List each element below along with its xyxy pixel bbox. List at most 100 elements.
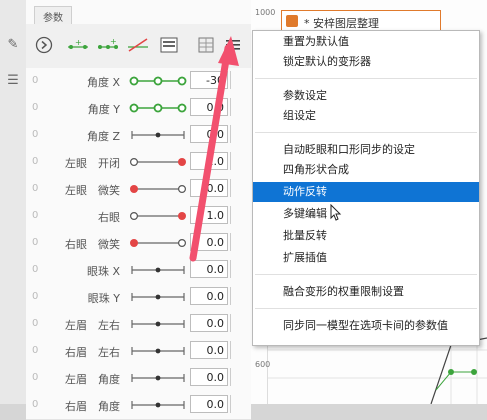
menu-item-parameter-settings[interactable]: 参数设定 xyxy=(253,86,479,106)
parameter-index: 0 xyxy=(32,237,39,248)
parameter-key-slider[interactable] xyxy=(128,315,188,333)
parameter-name: 右眉 左右 xyxy=(65,346,120,359)
parameter-key-slider[interactable] xyxy=(128,126,188,144)
parameter-index: 0 xyxy=(32,318,39,329)
parameter-name: 左眼 微笑 xyxy=(65,184,120,197)
parameter-name: 角度 Y xyxy=(87,103,120,116)
play-circle-icon[interactable] xyxy=(34,34,54,56)
menu-item-auto-blink-lipsync[interactable]: 自动眨眼和口形同步的设定 xyxy=(253,140,479,160)
parameter-value-input[interactable]: 0.0 xyxy=(190,368,228,386)
parameter-value-input[interactable]: 0.0 xyxy=(190,233,228,251)
parameter-name: 眼珠 Y xyxy=(87,292,120,305)
menu-item-four-corner-synthesis[interactable]: 四角形状合成 xyxy=(253,160,479,180)
grid-icon[interactable] xyxy=(196,34,216,56)
parameter-value-input[interactable]: 0.0 xyxy=(190,98,228,116)
menu-item-blend-weight-limit[interactable]: 融合变形的权重限制设置 xyxy=(253,282,479,302)
parameter-row[interactable]: 0 右眉 角度 0.0 xyxy=(26,392,251,420)
menu-item-sync-params-across-tabs[interactable]: 同步同一模型在选项卡间的参数值 xyxy=(253,316,479,336)
parameter-row-handle[interactable] xyxy=(230,206,245,224)
parameter-value-input[interactable]: 0.0 xyxy=(190,179,228,197)
parameter-index: 0 xyxy=(32,129,39,140)
parameter-value-input[interactable]: 0.0 xyxy=(190,395,228,413)
menu-item-batch-reverse[interactable]: 批量反转 xyxy=(253,226,479,246)
svg-text:+: + xyxy=(110,38,117,46)
parameter-row-handle[interactable] xyxy=(230,260,245,278)
parameter-row[interactable]: 0 右眉 左右 0.0 xyxy=(26,338,251,366)
parameter-row-handle[interactable] xyxy=(230,125,245,143)
parameter-row-handle[interactable] xyxy=(230,152,245,170)
parameter-value-input[interactable]: -30 xyxy=(190,71,228,89)
menu-item-reset-default[interactable]: 重置为默认值 xyxy=(253,32,479,52)
add-three-keys-icon[interactable]: + xyxy=(96,34,120,56)
parameter-row-handle[interactable] xyxy=(230,287,245,305)
parameter-key-slider[interactable] xyxy=(128,261,188,279)
parameter-value-input[interactable]: 0.0 xyxy=(190,287,228,305)
menu-separator xyxy=(255,274,477,275)
add-key-icon[interactable]: + xyxy=(66,34,90,56)
parameter-row[interactable]: 0 左眼 开闭 1.0 xyxy=(26,149,251,177)
parameter-index: 0 xyxy=(32,372,39,383)
parameter-row[interactable]: 0 眼珠 X 0.0 xyxy=(26,257,251,285)
parameter-row-handle[interactable] xyxy=(230,233,245,251)
panel-view-icon[interactable] xyxy=(158,34,180,56)
parameter-key-slider[interactable] xyxy=(128,288,188,306)
parameter-row[interactable]: 0 左眉 左右 0.0 xyxy=(26,311,251,339)
delete-key-icon[interactable] xyxy=(126,34,150,56)
parameter-name: 左眉 角度 xyxy=(65,373,120,386)
parameter-key-slider[interactable] xyxy=(128,234,188,252)
parameter-key-slider[interactable] xyxy=(128,153,188,171)
parameter-row-handle[interactable] xyxy=(230,179,245,197)
parameter-row-handle[interactable] xyxy=(230,341,245,359)
parameter-row[interactable]: 0 右眼 1.0 xyxy=(26,203,251,231)
parameter-name: 眼珠 X xyxy=(86,265,120,278)
left-tool-strip: ✎ ☰ xyxy=(0,0,27,404)
parameter-row[interactable]: 0 左眉 角度 0.0 xyxy=(26,365,251,393)
parameter-row-handle[interactable] xyxy=(230,368,245,386)
parameter-row[interactable]: 0 角度 Z 0.0 xyxy=(26,122,251,150)
parameter-key-slider[interactable] xyxy=(128,207,188,225)
parameter-value-input[interactable]: 1.0 xyxy=(190,152,228,170)
menu-item-lock-default-deformer[interactable]: 锁定默认的变形器 xyxy=(253,52,479,72)
parameter-index: 0 xyxy=(32,183,39,194)
parameter-value-input[interactable]: 0.0 xyxy=(190,341,228,359)
ruler-left-label: 600 xyxy=(255,360,271,369)
parameter-row-handle[interactable] xyxy=(230,98,245,116)
menu-item-multi-key-edit[interactable]: 多键编辑 xyxy=(253,204,479,224)
parameter-key-slider[interactable] xyxy=(128,396,188,414)
menu-icon[interactable]: ☰ xyxy=(4,72,22,90)
parameter-value-input[interactable]: 0.0 xyxy=(190,314,228,332)
parameter-key-slider[interactable] xyxy=(128,369,188,387)
parameter-row[interactable]: 0 角度 Y 0.0 xyxy=(26,95,251,123)
context-menu: 重置为默认值 锁定默认的变形器 参数设定 组设定 自动眨眼和口形同步的设定 四角… xyxy=(252,30,480,346)
menu-item-group-settings[interactable]: 组设定 xyxy=(253,106,479,126)
svg-text:+: + xyxy=(75,38,82,47)
document-icon xyxy=(286,15,298,27)
pen-icon[interactable]: ✎ xyxy=(4,36,22,54)
document-tab-title: * 安梓图层整理 xyxy=(304,17,379,30)
menu-item-motion-reverse[interactable]: 动作反转 xyxy=(253,182,479,202)
parameter-name: 左眉 左右 xyxy=(65,319,120,332)
parameter-row[interactable]: 0 左眼 微笑 0.0 xyxy=(26,176,251,204)
parameter-index: 0 xyxy=(32,156,39,167)
parameter-index: 0 xyxy=(32,291,39,302)
parameter-row-handle[interactable] xyxy=(230,71,245,89)
mouse-cursor-icon xyxy=(330,204,342,221)
parameter-key-slider[interactable] xyxy=(128,180,188,198)
menu-item-extended-interpolation[interactable]: 扩展插值 xyxy=(253,248,479,268)
parameter-row-handle[interactable] xyxy=(230,395,245,413)
parameter-row[interactable]: 0 角度 X -30 xyxy=(26,68,251,96)
parameter-value-input[interactable]: 0.0 xyxy=(190,125,228,143)
panel-tab-parameters[interactable]: 参数 xyxy=(34,6,72,26)
parameter-index: 0 xyxy=(32,75,39,86)
hamburger-menu-icon[interactable] xyxy=(224,34,242,56)
parameter-key-slider[interactable] xyxy=(128,72,188,90)
parameter-row[interactable]: 0 眼珠 Y 0.0 xyxy=(26,284,251,312)
parameter-row[interactable]: 0 右眼 微笑 0.0 xyxy=(26,230,251,258)
parameter-value-input[interactable]: 0.0 xyxy=(190,260,228,278)
parameter-key-slider[interactable] xyxy=(128,342,188,360)
parameter-name: 角度 Z xyxy=(86,130,120,143)
menu-separator xyxy=(255,132,477,133)
parameter-row-handle[interactable] xyxy=(230,314,245,332)
parameter-key-slider[interactable] xyxy=(128,99,188,117)
parameter-value-input[interactable]: 1.0 xyxy=(190,206,228,224)
